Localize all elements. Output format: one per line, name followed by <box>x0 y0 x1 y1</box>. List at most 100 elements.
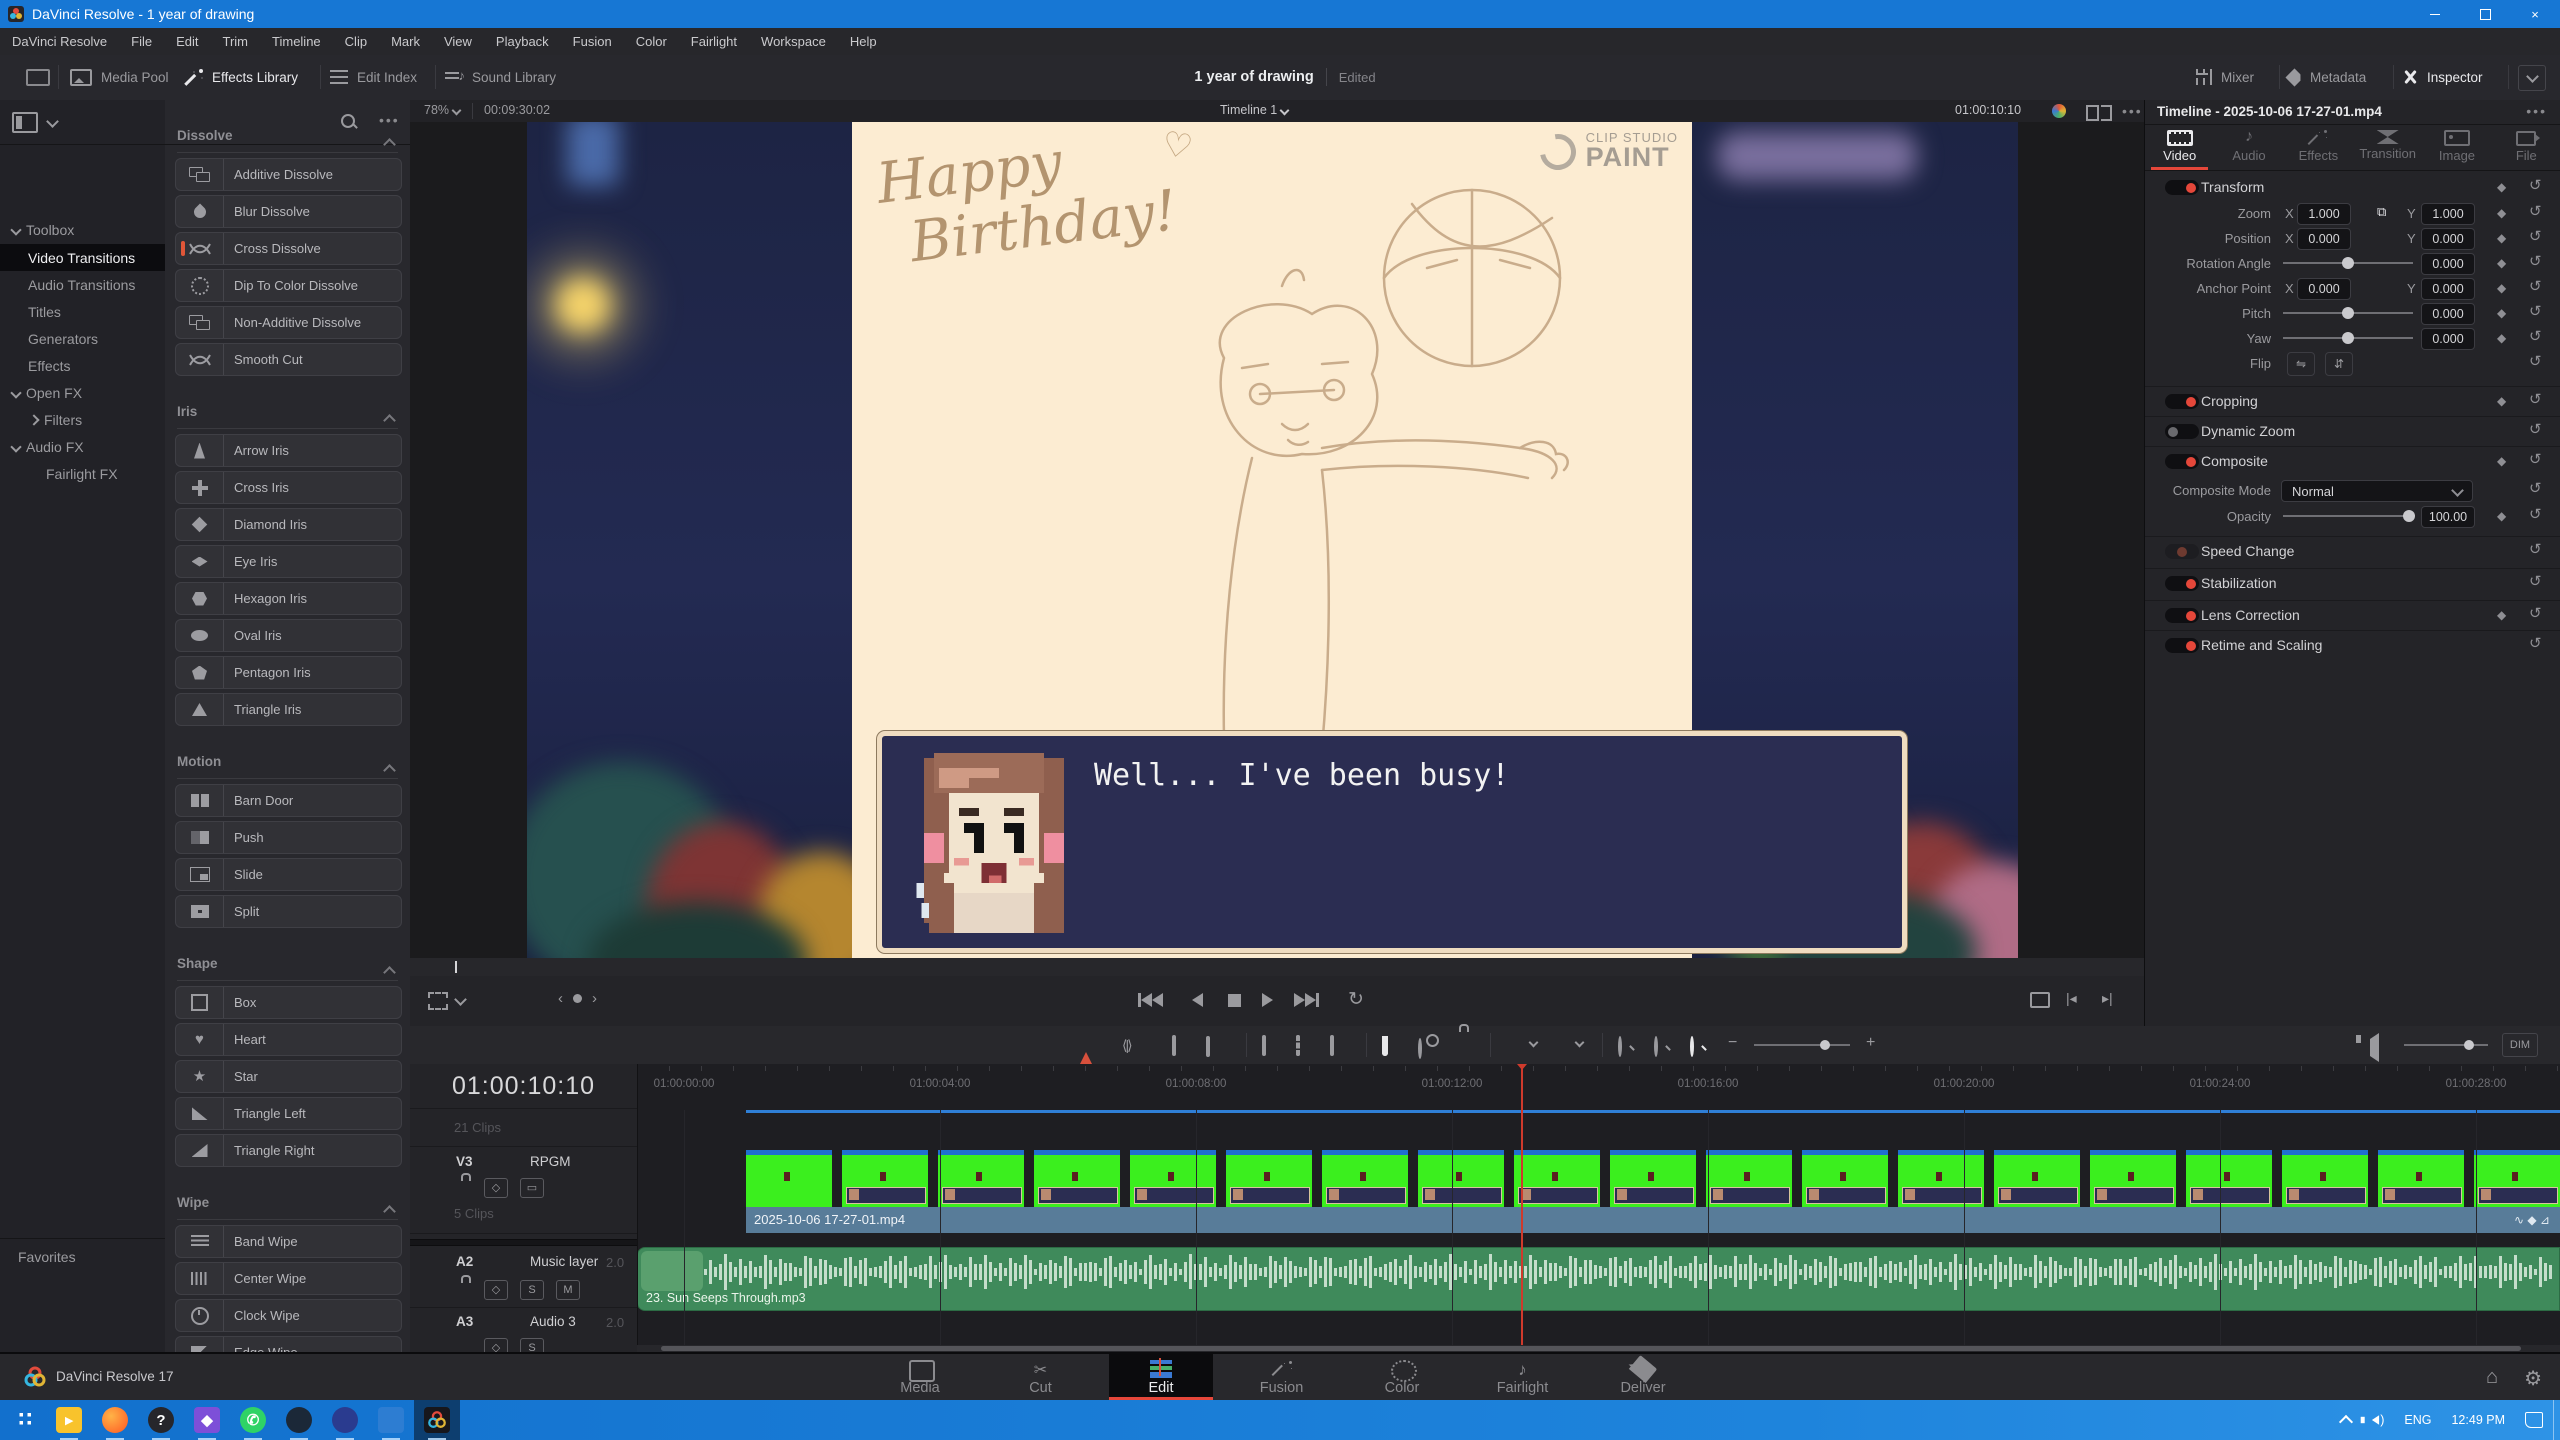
video-clip-thumbnail[interactable] <box>1514 1150 1600 1207</box>
link-icon[interactable]: ⧉ <box>2377 204 2386 220</box>
taskbar-app-whatsapp[interactable]: ✆ <box>230 1400 276 1440</box>
show-desktop-button[interactable] <box>2553 1400 2560 1440</box>
effect-item-cross-dissolve[interactable]: Cross Dissolve <box>175 232 402 265</box>
anchor-point-x-field[interactable]: 0.000 <box>2297 278 2351 300</box>
video-clip-thumbnail[interactable] <box>1418 1150 1504 1207</box>
overwrite-clip-icon[interactable] <box>1296 1037 1300 1055</box>
video-clip-thumbnail[interactable] <box>1322 1150 1408 1207</box>
effect-item-non-additive-dissolve[interactable]: Non-Additive Dissolve <box>175 306 402 339</box>
effect-item-clock-wipe[interactable]: Clock Wipe <box>175 1299 402 1332</box>
video-clip-thumbnail[interactable] <box>1706 1150 1792 1207</box>
inspector-tab-audio[interactable]: Audio <box>2214 124 2283 170</box>
keyframe-diamond-icon[interactable]: ◆ <box>2497 180 2506 194</box>
menu-file[interactable]: File <box>119 28 164 55</box>
settings-gear-icon[interactable]: ⚙ <box>2524 1366 2542 1391</box>
section-speed-change[interactable]: Speed Change↺ <box>2145 536 2560 566</box>
start-button[interactable] <box>0 1400 46 1440</box>
audio-clip[interactable]: 23. Sun Seeps Through.mp3 <box>637 1247 2560 1311</box>
position-y-field[interactable]: 0.000 <box>2421 228 2475 250</box>
effect-item-barn-door[interactable]: Barn Door <box>175 784 402 817</box>
mixer-button[interactable]: Mixer <box>2196 55 2254 99</box>
position-x-field[interactable]: 0.000 <box>2297 228 2351 250</box>
inspector-tab-image[interactable]: Image <box>2422 124 2491 170</box>
viewer-options-icon[interactable]: ••• <box>2122 103 2143 119</box>
reset-icon[interactable]: ↺ <box>2529 507 2542 522</box>
resize-controls-icon[interactable] <box>2030 992 2050 1008</box>
video-clip-thumbnail[interactable] <box>1898 1150 1984 1207</box>
sidebar-item-toolbox[interactable]: Toolbox <box>0 216 177 243</box>
inspector-button[interactable]: Inspector <box>2402 55 2483 99</box>
tray-chevron-icon[interactable] <box>2331 1400 2361 1440</box>
dual-screen-icon[interactable] <box>2086 105 2099 121</box>
section-toggle[interactable] <box>2165 576 2199 591</box>
page-tab-deliver[interactable]: Deliver <box>1591 1354 1695 1400</box>
effect-item-dip-to-color-dissolve[interactable]: Dip To Color Dissolve <box>175 269 402 302</box>
section-retime-and-scaling[interactable]: Retime and Scaling↺ <box>2145 630 2560 660</box>
section-cropping[interactable]: Cropping◆↺ <box>2145 386 2560 416</box>
effect-item-triangle-iris[interactable]: Triangle Iris <box>175 693 402 726</box>
viewer-zoom-select[interactable]: 78% <box>424 103 460 117</box>
pitch-slider[interactable] <box>2283 312 2413 314</box>
clip-automation-icons[interactable]: ∿ ◆ ⊿ <box>2514 1207 2550 1233</box>
play-button[interactable] <box>1262 993 1273 1012</box>
taskbar-app-file-explorer[interactable]: ▸ <box>46 1400 92 1440</box>
menu-davinci-resolve[interactable]: DaVinci Resolve <box>0 28 119 55</box>
section-toggle[interactable] <box>2165 424 2199 439</box>
reset-icon[interactable]: ↺ <box>2529 229 2542 244</box>
reset-icon[interactable]: ↺ <box>2529 392 2542 407</box>
effects-library-button[interactable]: Effects Library <box>185 55 298 99</box>
video-clip-thumbnail[interactable] <box>1994 1150 2080 1207</box>
reset-icon[interactable]: ↺ <box>2529 452 2542 467</box>
replace-clip-icon[interactable] <box>1330 1037 1334 1055</box>
timeline-zoom-slider[interactable] <box>1754 1044 1850 1046</box>
region-chevron-icon[interactable] <box>454 993 467 1006</box>
inspector-tab-file[interactable]: File <box>2492 124 2560 170</box>
inspector-tab-video[interactable]: Video <box>2145 124 2214 170</box>
section-toggle[interactable] <box>2165 454 2199 469</box>
section-toggle[interactable] <box>2165 394 2199 409</box>
flip-horizontal-button[interactable]: ⇋ <box>2287 352 2315 376</box>
section-toggle[interactable] <box>2165 180 2199 195</box>
tray-language[interactable]: ENG <box>2394 1400 2441 1440</box>
maximize-button[interactable] <box>2460 0 2510 28</box>
stop-button[interactable] <box>1228 994 1241 1012</box>
effect-item-triangle-left[interactable]: Triangle Left <box>175 1097 402 1130</box>
zoom-in-button[interactable]: + <box>1866 1034 1875 1052</box>
zoom-custom-icon[interactable] <box>1690 1038 1694 1056</box>
video-clip-thumbnail[interactable] <box>2378 1150 2464 1207</box>
taskbar-app-davinci-resolve[interactable] <box>414 1400 460 1440</box>
viewer-scrub-bar[interactable] <box>410 958 2144 977</box>
playhead[interactable] <box>1521 1064 1523 1352</box>
inspector-tab-transition[interactable]: Transition <box>2353 124 2422 170</box>
video-track-frame-icon[interactable]: ▭ <box>520 1178 544 1198</box>
video-clip-thumbnail[interactable] <box>1130 1150 1216 1207</box>
sound-library-button[interactable]: Sound Library <box>445 55 556 99</box>
flip-vertical-button[interactable]: ⇵ <box>2325 352 2353 376</box>
taskbar-app-firefox[interactable] <box>92 1400 138 1440</box>
effects-section-header[interactable]: Dissolve <box>177 128 398 148</box>
keyframe-diamond-icon[interactable]: ◆ <box>2497 281 2506 295</box>
zoom-x-field[interactable]: 1.000 <box>2297 203 2351 225</box>
inspector-tab-effects[interactable]: Effects <box>2284 124 2353 170</box>
region-select-icon[interactable] <box>428 992 448 1010</box>
section-lens-correction[interactable]: Lens Correction◆↺ <box>2145 600 2560 630</box>
video-clip-thumbnail[interactable] <box>938 1150 1024 1207</box>
effect-item-slide[interactable]: Slide <box>175 858 402 891</box>
video-clip-thumbnail[interactable] <box>1802 1150 1888 1207</box>
page-tab-media[interactable]: Media <box>868 1354 972 1400</box>
effects-section-header[interactable]: Iris <box>177 404 398 424</box>
reset-icon[interactable]: ↺ <box>2529 606 2542 621</box>
taskbar-app-app-navy[interactable] <box>322 1400 368 1440</box>
video-clip-thumbnail[interactable] <box>1610 1150 1696 1207</box>
record-dot-icon[interactable] <box>573 994 582 1003</box>
prev-frame-icon[interactable]: |◂ <box>2066 990 2077 1007</box>
pitch-field[interactable]: 0.000 <box>2421 303 2475 325</box>
tray-clock[interactable]: 12:49 PM <box>2441 1400 2515 1440</box>
effect-item-cross-iris[interactable]: Cross Iris <box>175 471 402 504</box>
keyframe-diamond-icon[interactable]: ◆ <box>2497 394 2506 408</box>
keyframe-diamond-icon[interactable]: ◆ <box>2497 454 2506 468</box>
next-marker-icon[interactable]: › <box>592 990 597 1007</box>
loop-button[interactable]: ↻ <box>1348 988 1364 1011</box>
audio-track-a3-name[interactable]: Audio 3 <box>530 1314 576 1329</box>
taskbar-app-app-purple[interactable]: ◆ <box>184 1400 230 1440</box>
